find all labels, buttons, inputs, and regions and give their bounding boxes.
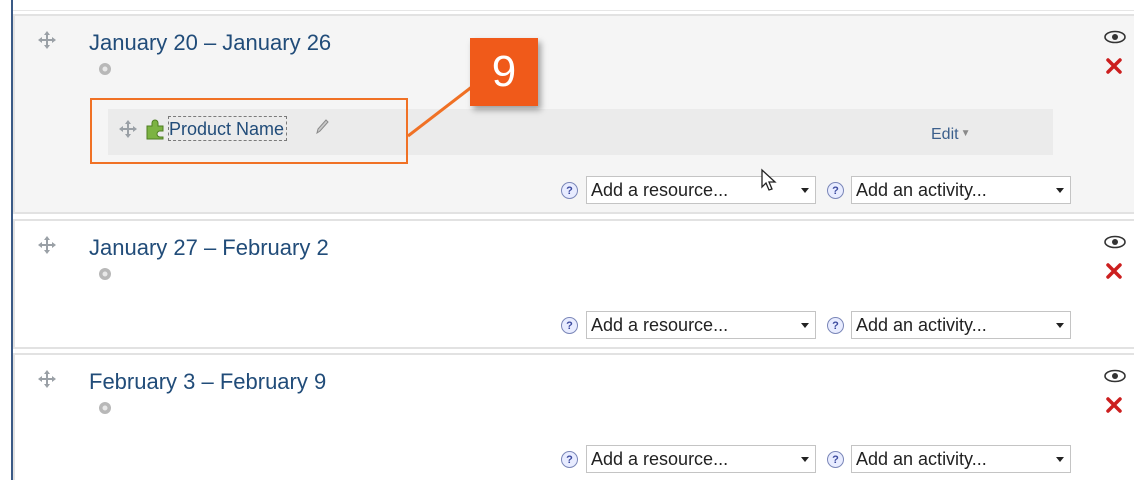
chevron-down-icon — [801, 188, 809, 193]
add-activity-select[interactable]: Add an activity... — [851, 176, 1071, 204]
callout-highlight-box — [90, 98, 408, 164]
add-activity-select[interactable]: Add an activity... — [851, 445, 1071, 473]
move-icon[interactable] — [37, 369, 57, 389]
eye-icon[interactable] — [1104, 30, 1126, 44]
add-activity-label: Add an activity... — [856, 449, 987, 469]
callout-number-badge: 9 — [470, 38, 538, 106]
eye-icon[interactable] — [1104, 235, 1126, 249]
move-icon[interactable] — [37, 235, 57, 255]
edit-menu-label: Edit — [931, 126, 959, 143]
gear-icon[interactable] — [97, 266, 113, 282]
help-icon[interactable]: ? — [827, 317, 844, 334]
add-resource-select[interactable]: Add a resource... — [586, 176, 816, 204]
gear-icon[interactable] — [97, 61, 113, 77]
help-icon[interactable]: ? — [561, 182, 578, 199]
add-activity-label: Add an activity... — [856, 180, 987, 200]
gear-icon[interactable] — [97, 400, 113, 416]
top-divider — [13, 10, 1134, 11]
delete-icon[interactable] — [1106, 263, 1122, 279]
week-section-3: February 3 – February 9 ? Add a resource… — [13, 353, 1134, 480]
chevron-down-icon — [801, 323, 809, 328]
add-resource-label: Add a resource... — [591, 315, 729, 335]
add-resource-select[interactable]: Add a resource... — [586, 445, 816, 473]
move-icon[interactable] — [37, 30, 57, 50]
chevron-down-icon: ▼ — [960, 128, 971, 139]
chevron-down-icon — [1056, 323, 1064, 328]
add-resource-label: Add a resource... — [591, 449, 729, 469]
delete-icon[interactable] — [1106, 397, 1122, 413]
add-activity-label: Add an activity... — [856, 315, 987, 335]
help-icon[interactable]: ? — [827, 451, 844, 468]
delete-icon[interactable] — [1106, 58, 1122, 74]
chevron-down-icon — [801, 457, 809, 462]
help-icon[interactable]: ? — [827, 182, 844, 199]
week-title[interactable]: January 20 – January 26 — [89, 30, 331, 56]
chevron-down-icon — [1056, 188, 1064, 193]
help-icon[interactable]: ? — [561, 317, 578, 334]
chevron-down-icon — [1056, 457, 1064, 462]
week-title[interactable]: February 3 – February 9 — [89, 369, 326, 395]
week-section-2: January 27 – February 2 ? Add a resource… — [13, 219, 1134, 349]
edit-menu[interactable]: Edit ▼ — [931, 126, 970, 144]
mouse-cursor-icon — [761, 168, 777, 191]
help-icon[interactable]: ? — [561, 451, 578, 468]
eye-icon[interactable] — [1104, 369, 1126, 383]
add-activity-select[interactable]: Add an activity... — [851, 311, 1071, 339]
week-title[interactable]: January 27 – February 2 — [89, 235, 329, 261]
add-resource-label: Add a resource... — [591, 180, 729, 200]
add-resource-select[interactable]: Add a resource... — [586, 311, 816, 339]
left-margin — [0, 0, 11, 480]
